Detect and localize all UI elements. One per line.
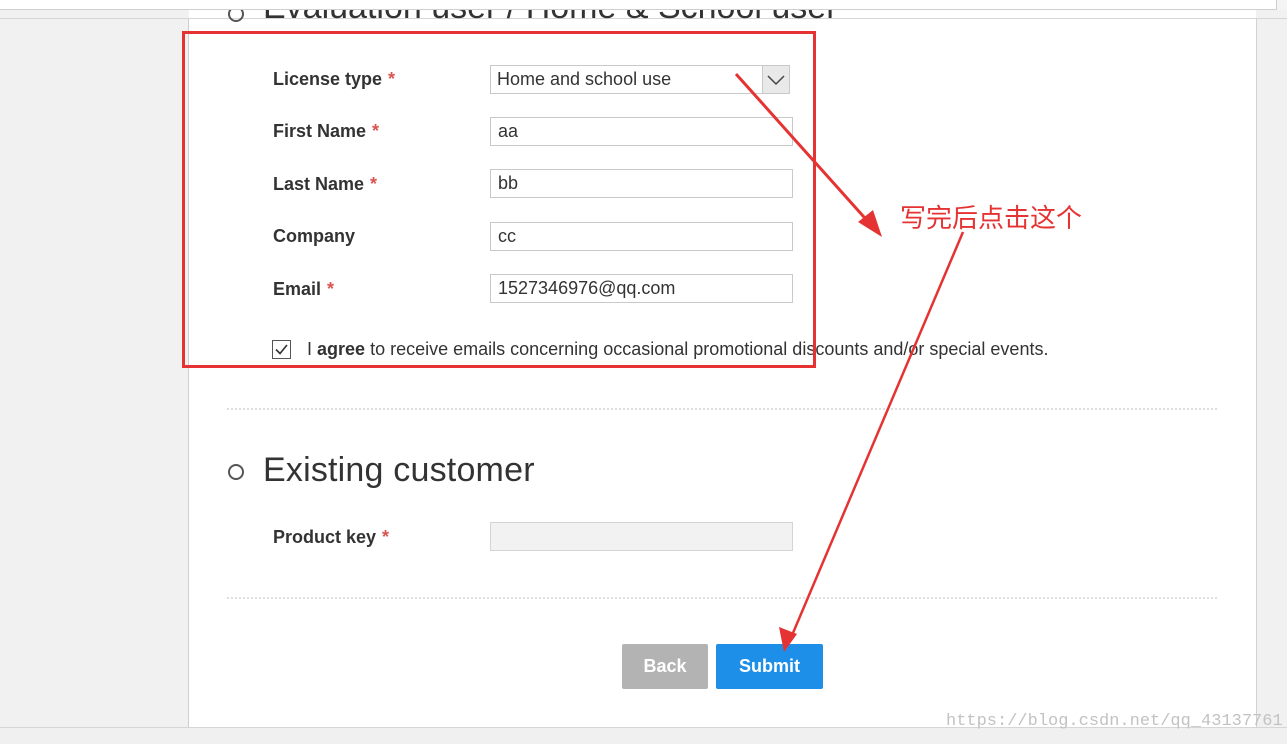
watermark: https://blog.csdn.net/qq_43137761 — [946, 712, 1283, 731]
arrow-to-note — [734, 72, 882, 237]
arrow-to-submit — [779, 231, 965, 652]
annotation-arrows — [734, 72, 965, 652]
